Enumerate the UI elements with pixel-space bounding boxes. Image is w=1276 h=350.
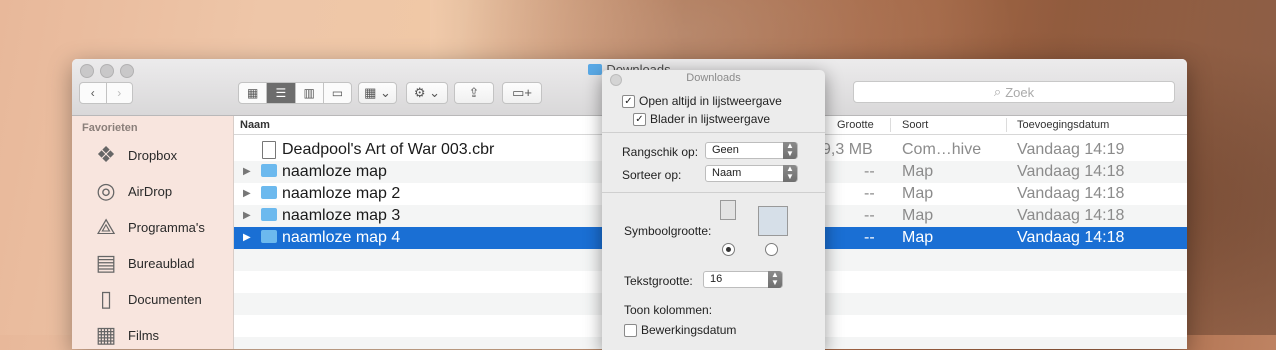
modified-date-checkbox[interactable] xyxy=(624,324,637,337)
always-list-label: Open altijd in lijstweergave xyxy=(639,94,782,108)
browse-list-checkbox[interactable]: ✓ xyxy=(633,113,646,126)
search-input[interactable]: ⌕ Zoek xyxy=(853,81,1175,103)
column-date-added[interactable]: Toevoegingsdatum xyxy=(1017,119,1109,131)
airdrop-icon: ◎ xyxy=(96,178,116,203)
applications-icon: ⟁ xyxy=(96,214,116,239)
chevron-left-icon: ‹ xyxy=(90,86,95,100)
view-options-panel: Downloads ✓ Open altijd in lijstweergave… xyxy=(602,70,825,350)
cover-flow-button[interactable]: ▭ xyxy=(324,83,351,103)
new-folder-icon: ▭+ xyxy=(512,85,532,100)
folder-icon xyxy=(261,186,277,199)
forward-button[interactable]: › xyxy=(107,83,133,103)
grid-icon: ▦ xyxy=(246,86,259,100)
gear-icon: ⚙ ⌄ xyxy=(413,85,441,100)
sidebar-item-airdrop[interactable]: ◎ AirDrop xyxy=(90,174,172,208)
folder-icon xyxy=(261,230,277,243)
large-icon-radio[interactable] xyxy=(765,243,778,256)
chevron-right-icon: › xyxy=(117,86,122,100)
share-button[interactable]: ⇪ xyxy=(454,82,494,104)
stepper-arrows-icon: ▲ ▼ xyxy=(783,165,797,182)
disclosure-triangle-icon[interactable]: ▶ xyxy=(243,210,251,221)
action-button[interactable]: ⚙ ⌄ xyxy=(406,82,448,104)
new-folder-button[interactable]: ▭+ xyxy=(502,82,542,104)
back-button[interactable]: ‹ xyxy=(80,83,107,103)
small-icon-radio[interactable] xyxy=(722,243,735,256)
desktop-icon: ▤ xyxy=(95,250,117,275)
dropbox-icon: ❖ xyxy=(96,142,116,167)
column-kind[interactable]: Soort xyxy=(902,119,928,131)
always-list-checkbox[interactable]: ✓ xyxy=(622,95,635,108)
sidebar-item-desktop[interactable]: ▤ Bureaublad xyxy=(90,246,195,280)
sidebar: Favorieten ❖ Dropbox ◎ AirDrop ⟁ Programma'… xyxy=(72,116,234,349)
column-view-button[interactable]: ▥ xyxy=(296,83,324,103)
sidebar-item-documents[interactable]: ▯ Documenten xyxy=(90,282,202,316)
archive-file-icon xyxy=(262,141,276,159)
large-icon-preview xyxy=(758,206,788,236)
arrange-grid-icon: ▦ ⌄ xyxy=(364,85,391,100)
disclosure-triangle-icon[interactable]: ▶ xyxy=(243,166,251,177)
sidebar-header: Favorieten xyxy=(82,122,138,134)
folder-icon xyxy=(588,64,603,75)
stepper-arrows-icon: ▲ ▼ xyxy=(768,271,782,288)
columns-icon: ▥ xyxy=(303,86,315,100)
sidebar-item-movies[interactable]: ▦ Films xyxy=(90,318,159,349)
small-icon-preview xyxy=(720,200,736,220)
sort-label: Sorteer op: xyxy=(622,168,682,182)
panel-title: Downloads xyxy=(686,72,741,84)
browse-list-label: Blader in lijstweergave xyxy=(650,112,771,126)
cover-flow-icon: ▭ xyxy=(331,86,344,100)
text-size-label: Tekstgrootte: xyxy=(624,274,693,288)
disclosure-triangle-icon[interactable]: ▶ xyxy=(243,188,251,199)
arrange-button[interactable]: ▦ ⌄ xyxy=(358,82,397,104)
list-icon: ☰ xyxy=(275,86,287,100)
back-forward-control: ‹ › xyxy=(79,82,133,104)
view-mode-control: ▦ ☰ ▥ ▭ xyxy=(238,82,352,104)
sidebar-item-applications[interactable]: ⟁ Programma's xyxy=(90,210,205,244)
folder-icon xyxy=(261,164,277,177)
sort-select[interactable]: Naam ▲ ▼ xyxy=(705,165,798,182)
sidebar-item-dropbox[interactable]: ❖ Dropbox xyxy=(90,138,177,172)
list-view-button[interactable]: ☰ xyxy=(267,83,296,103)
stepper-arrows-icon: ▲ ▼ xyxy=(783,142,797,159)
documents-icon: ▯ xyxy=(99,286,113,311)
column-name[interactable]: Naam xyxy=(240,119,270,131)
show-columns-label: Toon kolommen: xyxy=(624,303,713,317)
icon-size-label: Symboolgrootte: xyxy=(624,224,712,238)
search-icon: ⌕ xyxy=(993,84,1002,99)
icon-view-button[interactable]: ▦ xyxy=(239,83,268,103)
column-size[interactable]: Grootte xyxy=(837,119,874,131)
folder-icon xyxy=(261,208,277,221)
arrange-label: Rangschik op: xyxy=(622,145,699,159)
arrange-select[interactable]: Geen ▲ ▼ xyxy=(705,142,798,159)
text-size-select[interactable]: 16 ▲ ▼ xyxy=(703,271,783,288)
share-icon: ⇪ xyxy=(468,85,480,100)
disclosure-triangle-icon[interactable]: ▶ xyxy=(243,232,251,243)
